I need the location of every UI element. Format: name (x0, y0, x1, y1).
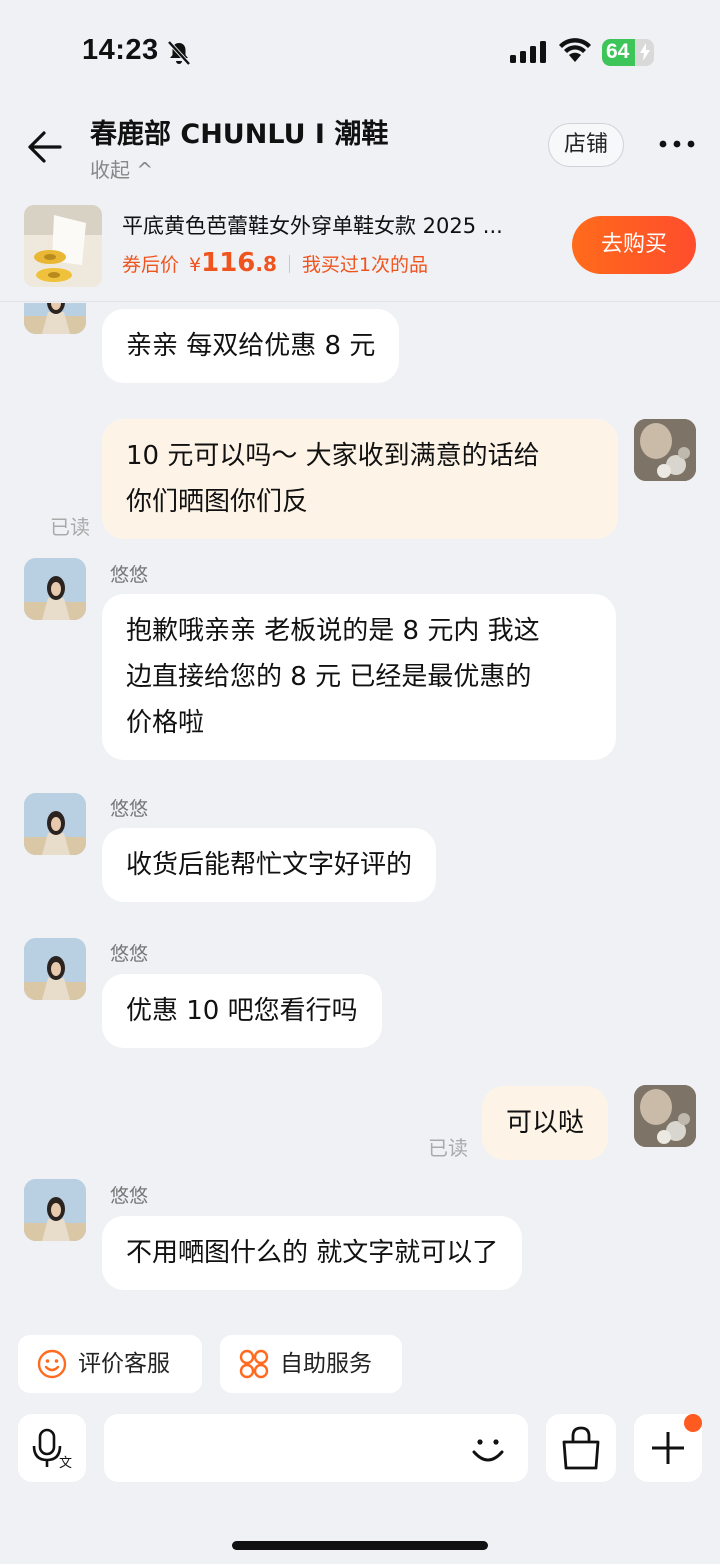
rate-service-label: 评价客服 (78, 1351, 170, 1377)
quick-actions: 评价客服 自助服务 (0, 1330, 720, 1400)
avatar[interactable] (24, 558, 86, 620)
chat-messages[interactable]: 亲亲 每双给优惠 8 元 10 元可以吗～ 大家收到满意的话给 你们晒图你们反 … (0, 303, 720, 1323)
battery-level: 64 (606, 40, 630, 63)
message-text: 优惠 10 吧您看行吗 (126, 996, 358, 1026)
bell-off-icon (167, 40, 191, 66)
product-title: 平底黄色芭蕾鞋女外穿单鞋女款 2025 ... (122, 214, 503, 238)
message-text: 收货后能帮忙文字好评的 (126, 850, 413, 880)
avatar[interactable] (24, 303, 86, 334)
message-text-line: 价格啦 (126, 708, 205, 738)
charging-bolt-icon (640, 43, 650, 61)
message-input[interactable] (104, 1414, 528, 1482)
input-bar: 文 (0, 1410, 720, 1490)
read-receipt: 已读 (50, 515, 90, 539)
shopping-bag-button[interactable] (546, 1414, 616, 1482)
sender-name: 悠悠 (110, 1185, 149, 1207)
my-message-bubble[interactable]: 可以哒 (482, 1086, 609, 1160)
price-row: 券后价 ¥116.8 我买过1次的品 (122, 248, 428, 278)
avatar[interactable] (24, 938, 86, 1000)
emoji-icon[interactable] (466, 1428, 510, 1472)
back-arrow-icon[interactable] (22, 127, 66, 167)
microphone-icon: 文 (32, 1428, 72, 1471)
product-card[interactable]: 平底黄色芭蕾鞋女外穿单鞋女款 2025 ... 券后价 ¥116.8 我买过1次的品… (0, 192, 720, 302)
read-receipt: 已读 (428, 1136, 468, 1160)
message-text-line: 边直接给您的 8 元 已经是最优惠的 (126, 662, 532, 692)
price-currency: ¥ (189, 254, 202, 276)
message-text: 可以哒 (506, 1108, 585, 1138)
wifi-icon (559, 38, 591, 62)
collapse-toggle[interactable]: 收起 ^ (90, 154, 153, 183)
price-label: 券后价 (122, 254, 180, 276)
message-text-line: 你们晒图你们反 (126, 487, 309, 517)
shop-name: 春鹿部 CHUNLU I 潮鞋 (90, 119, 389, 150)
price-decimal: .8 (255, 252, 277, 276)
sender-name: 悠悠 (110, 943, 149, 965)
message-bubble[interactable]: 优惠 10 吧您看行吗 (102, 974, 382, 1048)
price-integer: 116 (201, 248, 256, 278)
message-bubble[interactable]: 收货后能帮忙文字好评的 (102, 828, 437, 902)
svg-text:文: 文 (59, 1456, 72, 1471)
my-avatar[interactable] (634, 1085, 696, 1147)
sender-name: 悠悠 (110, 798, 149, 820)
message-bubble[interactable]: 亲亲 每双给优惠 8 元 (102, 309, 400, 383)
sender-name: 悠悠 (110, 564, 149, 586)
shopping-bag-icon (562, 1426, 600, 1470)
buy-button[interactable]: 去购买 (572, 216, 696, 274)
more-options-icon[interactable] (658, 138, 696, 150)
message-text-line: 10 元可以吗～ 大家收到满意的话给 (126, 441, 540, 471)
message-bubble[interactable]: 不用嗮图什么的 就文字就可以了 (102, 1216, 523, 1290)
smiley-icon (37, 1349, 67, 1379)
avatar[interactable] (24, 793, 86, 855)
grid-service-icon (239, 1349, 269, 1379)
home-indicator[interactable] (232, 1541, 488, 1550)
self-service-button[interactable]: 自助服务 (220, 1335, 402, 1393)
message-text-line: 抱歉哦亲亲 老板说的是 8 元内 我这 (126, 616, 540, 646)
product-thumbnail[interactable] (24, 205, 102, 287)
message-text: 亲亲 每双给优惠 8 元 (126, 331, 376, 361)
battery-icon: 64 (602, 39, 654, 66)
status-time: 14:23 (82, 34, 159, 66)
rate-service-button[interactable]: 评价客服 (18, 1335, 202, 1393)
notification-dot (684, 1414, 702, 1432)
my-message-bubble[interactable]: 10 元可以吗～ 大家收到满意的话给 你们晒图你们反 (102, 419, 618, 539)
self-service-label: 自助服务 (280, 1351, 372, 1377)
signal-icon (510, 41, 546, 63)
message-text: 不用嗮图什么的 就文字就可以了 (126, 1238, 499, 1268)
my-avatar[interactable] (634, 419, 696, 481)
message-bubble[interactable]: 抱歉哦亲亲 老板说的是 8 元内 我这 边直接给您的 8 元 已经是最优惠的 价… (102, 594, 616, 760)
divider (288, 255, 290, 273)
status-bar: 14:23 64 (0, 0, 720, 100)
avatar[interactable] (24, 1179, 86, 1241)
chat-header: 春鹿部 CHUNLU I 潮鞋 收起 ^ 店铺 (0, 100, 720, 192)
voice-to-text-button[interactable]: 文 (18, 1414, 86, 1482)
shop-button[interactable]: 店铺 (548, 123, 624, 167)
bought-before-label: 我买过1次的品 (301, 254, 428, 276)
